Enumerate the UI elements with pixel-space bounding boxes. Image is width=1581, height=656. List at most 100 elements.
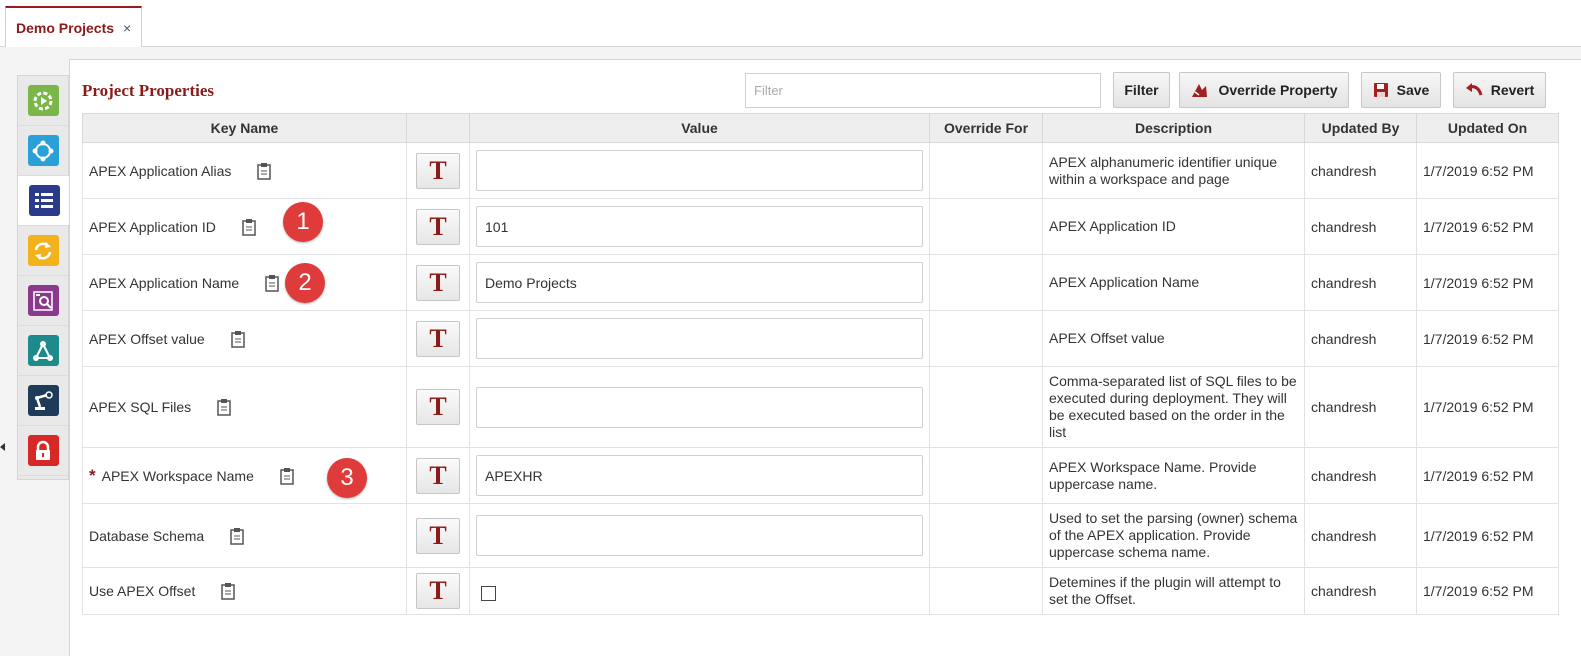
override-property-button[interactable]: Override Property xyxy=(1179,72,1349,108)
revert-icon xyxy=(1465,83,1483,97)
description-cell: APEX Application Name xyxy=(1042,254,1305,311)
description-cell: APEX Application ID xyxy=(1042,198,1305,255)
text-type-button[interactable]: T xyxy=(416,152,460,189)
key-name: APEX Application Name xyxy=(89,274,240,291)
value-input[interactable] xyxy=(476,386,923,428)
column-header-updated-on[interactable]: Updated On xyxy=(1416,113,1559,143)
table-row: APEX SQL Files T Comma-separated list of… xyxy=(82,366,1559,448)
text-type-button[interactable]: T xyxy=(416,320,460,357)
value-cell xyxy=(469,142,930,199)
page-title: Project Properties xyxy=(82,81,214,100)
text-type-button[interactable]: T xyxy=(416,264,460,301)
table-row: * APEX Workspace Name 3 T APEX Workspace… xyxy=(82,447,1559,504)
key-cell: Database Schema xyxy=(82,503,407,568)
sidebar-item-security[interactable] xyxy=(18,426,68,476)
description-cell: Detemines if the plugin will attempt to … xyxy=(1042,567,1305,615)
updated-on-cell: 1/7/2019 6:52 PM xyxy=(1416,567,1559,615)
key-name: APEX Workspace Name xyxy=(101,467,254,484)
override-for-cell xyxy=(929,142,1043,199)
sidebar-item-properties[interactable] xyxy=(18,176,70,226)
revert-button[interactable]: Revert xyxy=(1453,72,1546,108)
value-cell xyxy=(469,567,930,615)
network-icon xyxy=(27,135,59,166)
text-type-button[interactable]: T xyxy=(416,573,460,609)
type-cell: T xyxy=(406,310,470,367)
updated-on-cell: 1/7/2019 6:52 PM xyxy=(1416,503,1559,568)
tab-demo-projects[interactable]: Demo Projects × xyxy=(5,6,142,48)
properties-list-icon xyxy=(28,185,60,216)
value-input[interactable] xyxy=(476,262,923,303)
properties-table: Key Name Value Override For Description … xyxy=(82,113,1559,615)
column-header-value[interactable]: Value xyxy=(469,113,930,143)
updated-by-cell: chandresh xyxy=(1304,254,1417,311)
value-input[interactable] xyxy=(476,150,923,191)
workflow-icon xyxy=(27,335,59,366)
key-cell: APEX SQL Files xyxy=(82,366,407,448)
value-cell xyxy=(469,447,930,504)
use-offset-checkbox[interactable] xyxy=(481,586,496,601)
description-cell: Comma-separated list of SQL files to be … xyxy=(1042,366,1305,448)
table-row: APEX Application Name 2 T APEX Applicati… xyxy=(82,254,1559,311)
value-input[interactable] xyxy=(476,455,923,496)
sidebar-item-workflow[interactable] xyxy=(18,326,68,376)
clipboard-icon[interactable] xyxy=(230,330,245,348)
key-cell: APEX Application Name 2 xyxy=(82,254,407,311)
clipboard-icon[interactable] xyxy=(257,162,272,180)
key-cell: * APEX Workspace Name 3 xyxy=(82,447,407,504)
updated-on-cell: 1/7/2019 6:52 PM xyxy=(1416,142,1559,199)
override-for-cell xyxy=(929,567,1043,615)
key-name: APEX Application Alias xyxy=(89,162,232,179)
collapse-arrow-icon[interactable] xyxy=(0,443,5,451)
filter-button-label: Filter xyxy=(1124,82,1159,98)
clipboard-icon[interactable] xyxy=(230,527,244,545)
value-cell xyxy=(469,366,930,448)
sidebar-item-network[interactable] xyxy=(18,126,68,176)
updated-by-cell: chandresh xyxy=(1304,198,1417,255)
key-cell: APEX Application ID 1 xyxy=(82,198,407,255)
sidebar-item-run[interactable] xyxy=(18,76,68,126)
text-type-button[interactable]: T xyxy=(416,389,460,425)
column-header-override-for[interactable]: Override For xyxy=(929,113,1043,143)
table-header-row: Key Name Value Override For Description … xyxy=(82,113,1559,143)
column-header-updated-by[interactable]: Updated By xyxy=(1304,113,1417,143)
tab-close-icon[interactable]: × xyxy=(123,20,131,36)
table-row: Database Schema T Used to set the parsin… xyxy=(82,503,1559,568)
type-cell: T xyxy=(406,366,470,448)
column-header-key-name[interactable]: Key Name xyxy=(82,113,407,143)
clipboard-icon[interactable] xyxy=(221,582,236,600)
updated-by-cell: chandresh xyxy=(1304,366,1417,448)
inspect-icon xyxy=(27,285,59,316)
value-input[interactable] xyxy=(476,318,923,359)
updated-on-cell: 1/7/2019 6:52 PM xyxy=(1416,447,1559,504)
tab-bar: Demo Projects × xyxy=(0,0,1581,48)
save-icon xyxy=(1373,82,1389,98)
column-header-type xyxy=(406,113,470,143)
value-cell xyxy=(469,503,930,568)
value-cell xyxy=(469,198,930,255)
clipboard-icon[interactable] xyxy=(265,274,279,292)
override-for-cell xyxy=(929,503,1043,568)
left-toolbar xyxy=(17,75,70,480)
workspace: Project Properties Filter Override Prope… xyxy=(0,47,1581,656)
filter-button[interactable]: Filter xyxy=(1113,72,1170,108)
value-input[interactable] xyxy=(476,515,923,556)
table-row: APEX Offset value T APEX Offset value ch… xyxy=(82,310,1559,367)
text-type-button[interactable]: T xyxy=(416,208,460,245)
updated-on-cell: 1/7/2019 6:52 PM xyxy=(1416,198,1559,255)
clipboard-icon[interactable] xyxy=(242,218,256,236)
column-header-description[interactable]: Description xyxy=(1042,113,1305,143)
clipboard-icon[interactable] xyxy=(280,467,294,485)
sidebar-item-robot[interactable] xyxy=(18,376,68,426)
filter-input[interactable] xyxy=(745,73,1101,108)
sidebar-item-inspect[interactable] xyxy=(18,276,68,326)
value-input[interactable] xyxy=(476,206,923,247)
clipboard-icon[interactable] xyxy=(217,398,231,416)
sidebar-item-refresh[interactable] xyxy=(18,226,68,276)
text-type-button[interactable]: T xyxy=(416,517,460,554)
text-type-button[interactable]: T xyxy=(416,457,460,494)
save-button[interactable]: Save xyxy=(1361,72,1441,108)
table-row: APEX Application ID 1 T APEX Application… xyxy=(82,198,1559,255)
key-name: APEX Application ID xyxy=(89,218,216,235)
type-cell: T xyxy=(406,254,470,311)
key-name: APEX Offset value xyxy=(89,330,205,347)
